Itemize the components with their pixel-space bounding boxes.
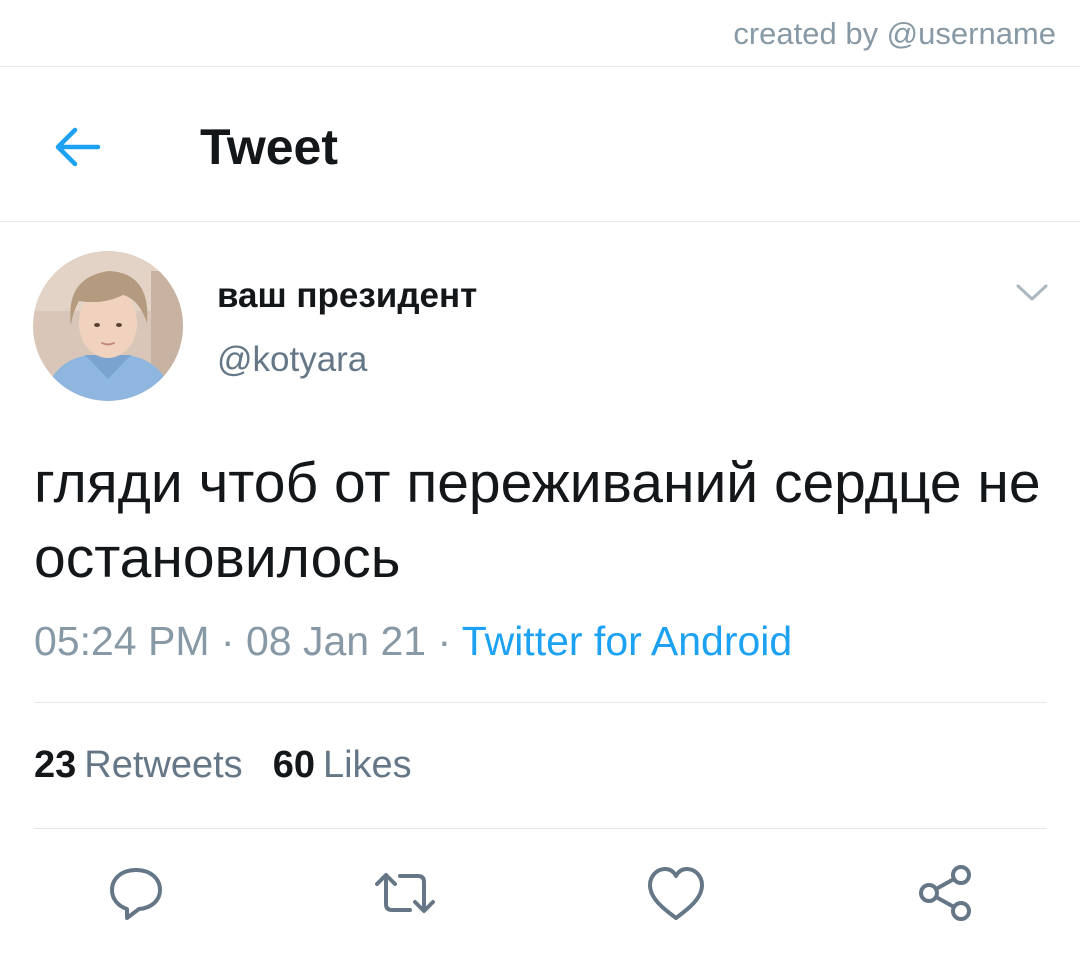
- meta-separator: ·: [220, 618, 235, 664]
- share-button[interactable]: [910, 858, 980, 928]
- retweets-label: Retweets: [84, 744, 243, 786]
- avatar[interactable]: [33, 251, 183, 401]
- divider: [34, 828, 1047, 829]
- chevron-down-icon: [1016, 284, 1048, 301]
- tweet-stats: 23 Retweets 60 Likes: [34, 744, 412, 787]
- reply-icon: [110, 868, 162, 920]
- like-icon: [648, 867, 704, 920]
- tweet-text: гляди чтоб от переживаний сердце не оста…: [34, 451, 1041, 590]
- back-button[interactable]: [50, 119, 106, 175]
- tweet-source-link[interactable]: Twitter for Android: [462, 618, 792, 664]
- likes-label: Likes: [322, 744, 412, 786]
- divider: [34, 702, 1047, 703]
- page-title: Tweet: [200, 119, 338, 175]
- likes-count: 60: [272, 744, 315, 786]
- creator-credit: created by @username: [733, 16, 1056, 51]
- tweet-date: 08 Jan 21: [245, 618, 427, 664]
- retweet-icon: [375, 873, 435, 913]
- profile-photo: [33, 251, 183, 401]
- tweet-time: 05:24 PM: [34, 618, 210, 664]
- top-app-bar: Tweet: [0, 67, 1080, 222]
- share-icon: [919, 865, 971, 921]
- reply-button[interactable]: [101, 858, 171, 928]
- retweets-stat[interactable]: 23 Retweets: [34, 744, 243, 787]
- more-options-button[interactable]: [1012, 276, 1052, 308]
- retweets-count: 23: [34, 744, 77, 786]
- arrow-left-icon: [55, 127, 101, 167]
- likes-stat[interactable]: 60 Likes: [273, 744, 412, 787]
- retweet-button[interactable]: [370, 858, 440, 928]
- tweet-meta: 05:24 PM · 08 Jan 21 · Twitter for Andro…: [34, 618, 792, 665]
- like-button[interactable]: [641, 858, 711, 928]
- credit-bar: created by @username: [0, 0, 1080, 67]
- author-handle[interactable]: @kotyara: [217, 340, 367, 380]
- author-name[interactable]: ваш президент: [217, 276, 477, 316]
- meta-separator: ·: [437, 618, 452, 664]
